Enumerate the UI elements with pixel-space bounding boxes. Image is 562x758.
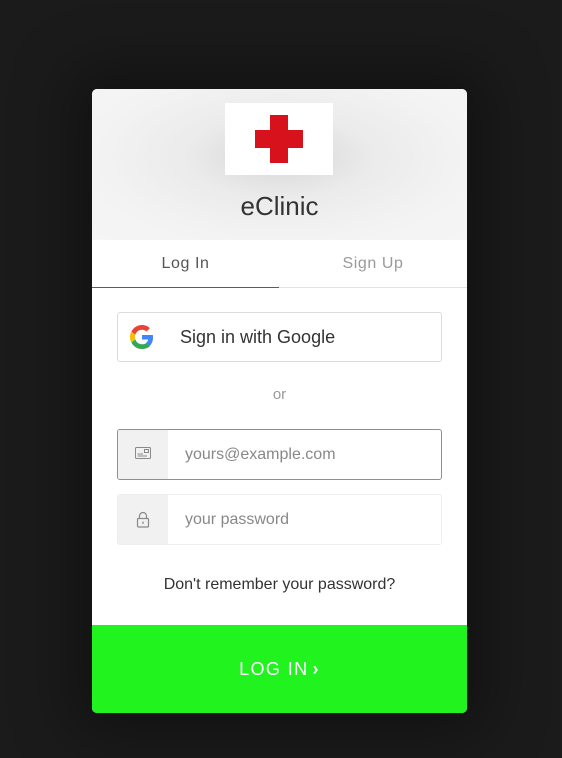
app-title: eClinic (240, 191, 319, 221)
or-separator: or (272, 386, 287, 403)
chevron-right-icon: › (312, 659, 320, 679)
tab-log-in[interactable]: Log In (92, 240, 279, 288)
email-icon-box (118, 430, 168, 479)
google-icon (130, 325, 154, 349)
tab-sign-up[interactable]: Sign Up (279, 240, 467, 287)
auth-tabs: Log In Sign Up (92, 240, 467, 288)
lock-icon (136, 511, 150, 528)
red-cross-logo (225, 103, 333, 175)
google-sign-in-label: Sign in with Google (180, 327, 336, 347)
login-card: eClinic Log In Sign Up Sign in with Goog… (92, 89, 467, 713)
log-in-button-label: LOG IN (239, 659, 309, 679)
password-field (117, 494, 442, 545)
email-input[interactable] (168, 430, 441, 479)
password-icon-box (118, 495, 168, 544)
card-header: eClinic (92, 89, 467, 240)
google-sign-in-button[interactable]: Sign in with Google (117, 312, 442, 362)
log-in-button[interactable]: LOG IN › (92, 625, 467, 713)
forgot-password-link[interactable]: Don't remember your password? (92, 576, 467, 594)
password-input[interactable] (168, 495, 441, 544)
email-card-icon (135, 447, 151, 459)
cross-horizontal-bar (255, 130, 303, 148)
email-field (117, 429, 442, 480)
